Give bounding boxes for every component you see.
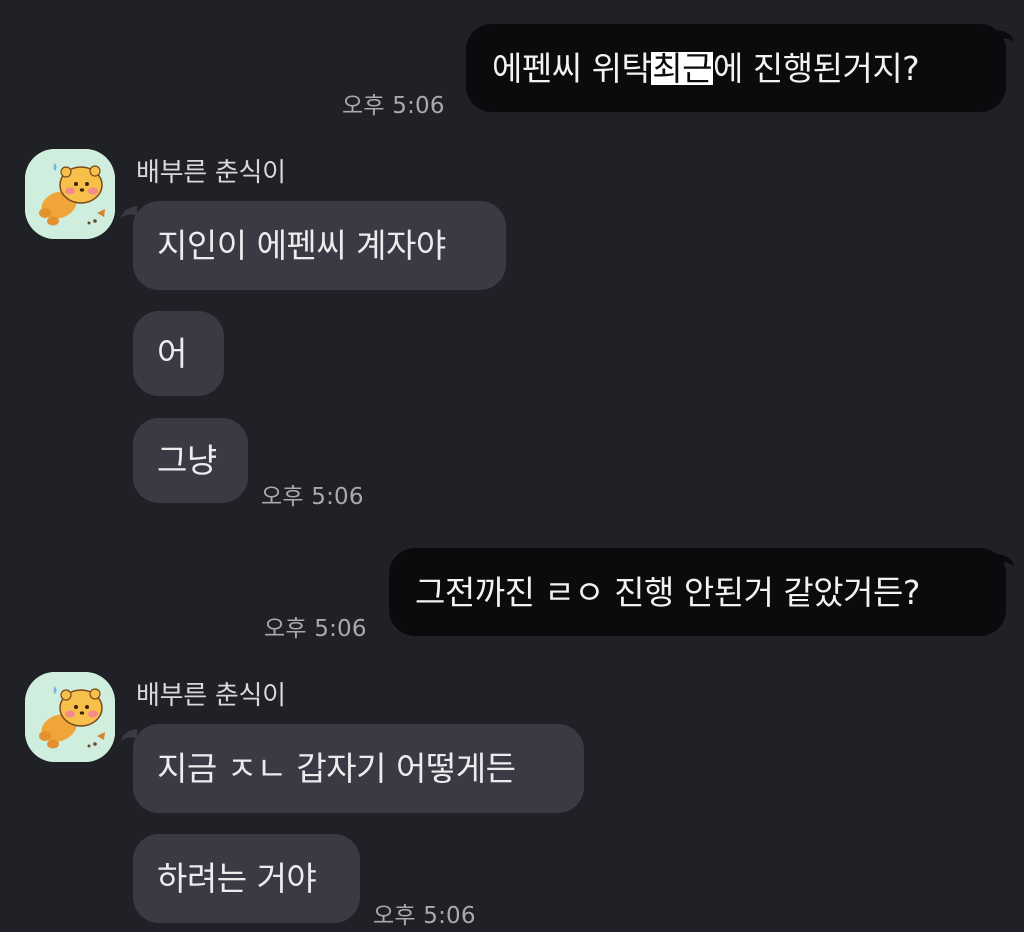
message-text: 어	[157, 334, 187, 373]
message-text: 하려는 거야	[157, 859, 317, 898]
message-timestamp: 오후 5:06	[342, 93, 445, 119]
message-text: 그냥	[157, 441, 217, 480]
their-message-bubble[interactable]: 어	[133, 311, 224, 396]
message-text: 에펜씨 위탁	[492, 48, 652, 88]
bubble-tail	[998, 30, 1014, 42]
chunsik-avatar[interactable]	[25, 672, 115, 762]
bubble-tail	[998, 554, 1014, 566]
their-message-bubble[interactable]: 그냥	[133, 418, 248, 503]
sender-name: 배부른 춘식이	[136, 681, 286, 711]
chunsik-icon	[25, 672, 115, 762]
sender-name: 배부른 춘식이	[136, 158, 286, 188]
message-text: 지인이 에펜씨 계자야	[157, 226, 446, 265]
my-message-bubble[interactable]: 그전까진 ㄹㅇ 진행 안된거 같았거든?	[389, 548, 1006, 636]
message-timestamp: 오후 5:06	[264, 616, 367, 642]
their-message-bubble[interactable]: 지금 ㅈㄴ 갑자기 어떻게든	[133, 724, 584, 813]
message-text: 그전까진 ㄹㅇ 진행 안된거 같았거든?	[415, 572, 920, 612]
message-timestamp: 오후 5:06	[373, 903, 476, 929]
chunsik-avatar[interactable]	[25, 149, 115, 239]
highlighted-text: 최근	[651, 48, 714, 88]
bubble-tail	[121, 729, 137, 741]
message-text: 지금 ㅈㄴ 갑자기 어떻게든	[157, 749, 516, 788]
chunsik-icon	[25, 149, 115, 239]
my-message-bubble[interactable]: 에펜씨 위탁 최근 에 진행된거지?	[466, 24, 1006, 112]
message-timestamp: 오후 5:06	[261, 484, 364, 510]
their-message-bubble[interactable]: 지인이 에펜씨 계자야	[133, 201, 506, 290]
bubble-tail	[121, 206, 137, 218]
chat-transcript: 에펜씨 위탁 최근 에 진행된거지? 오후 5:06 배부른 춘식이 지인이 에…	[0, 0, 1024, 932]
message-text: 에 진행된거지?	[713, 48, 920, 88]
their-message-bubble[interactable]: 하려는 거야	[133, 834, 360, 923]
